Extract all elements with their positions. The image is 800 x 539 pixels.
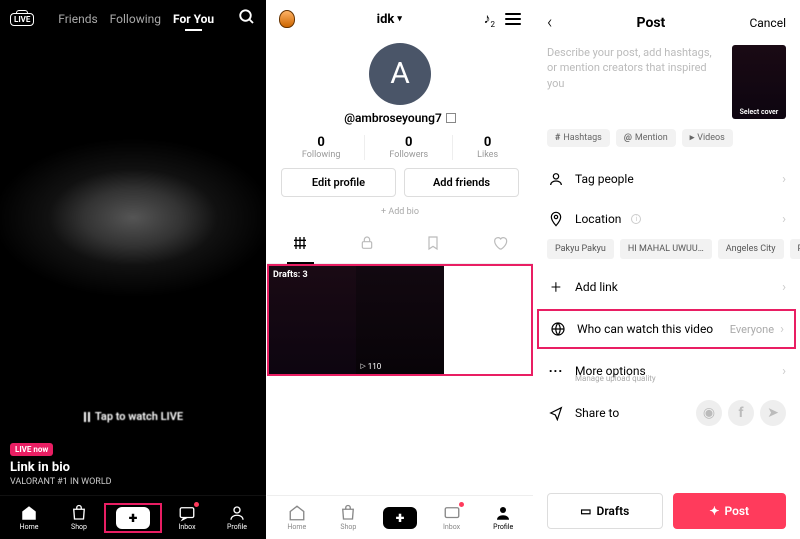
qr-icon[interactable] (446, 113, 456, 123)
empty-cell (444, 266, 531, 374)
nav-create[interactable]: + (104, 503, 162, 533)
account-switcher[interactable]: idk▾ (377, 12, 402, 27)
notification-dot (194, 502, 199, 507)
location-chip[interactable]: Pa (790, 239, 800, 259)
event-icon[interactable] (279, 10, 295, 28)
menu-icon[interactable] (505, 13, 521, 25)
privacy-row[interactable]: Who can watch this video Everyone› (537, 309, 796, 349)
location-chip[interactable]: Pakyu Pakyu (547, 239, 614, 259)
cancel-button[interactable]: Cancel (749, 16, 786, 30)
live-icon[interactable]: LIVE (10, 13, 34, 26)
sparkle-icon: ✦ (709, 504, 719, 518)
tab-liked[interactable] (467, 227, 534, 263)
footprint-icon[interactable]: ♪2 (484, 10, 496, 29)
back-button[interactable]: ‹ (547, 12, 552, 33)
more-options-subtitle: Manage upload quality (575, 374, 800, 383)
drafts-thumbnail[interactable]: Drafts: 3 (269, 266, 356, 374)
avatar[interactable]: A (369, 43, 431, 105)
pause-icon (83, 412, 91, 422)
tab-private[interactable] (334, 227, 401, 263)
plus-icon: + (383, 507, 417, 529)
location-row[interactable]: Location i › (533, 199, 800, 239)
live-now-badge: LIVE now (10, 443, 53, 456)
post-button[interactable]: ✦Post (673, 493, 787, 529)
facebook-icon[interactable]: f (728, 400, 754, 426)
info-icon: i (631, 214, 641, 224)
person-icon (547, 170, 565, 188)
nav-home[interactable]: Home (271, 504, 323, 531)
plus-icon: + (547, 278, 565, 296)
location-chip[interactable]: HI MAHAL UWUU… (620, 239, 712, 259)
add-friends-button[interactable]: Add friends (404, 168, 519, 197)
video-preview[interactable]: Tap to watch LIVE (0, 38, 266, 437)
chevron-down-icon: ▾ (397, 14, 402, 24)
notification-dot (459, 502, 464, 507)
tab-following[interactable]: Following (110, 12, 161, 26)
messenger-icon[interactable]: ◉ (696, 400, 722, 426)
nav-shop[interactable]: Shop (323, 504, 375, 531)
tab-grid[interactable] (267, 227, 334, 263)
nav-shop[interactable]: Shop (54, 504, 104, 531)
nav-create[interactable]: + (374, 507, 426, 529)
nav-profile[interactable]: Profile (212, 504, 262, 531)
share-to-row: Share to ◉ f ➤ (533, 389, 800, 437)
location-chip[interactable]: Angeles City (718, 239, 784, 259)
nav-home[interactable]: Home (4, 504, 54, 531)
tab-saved[interactable] (400, 227, 467, 263)
page-title: Post (637, 15, 666, 31)
description-input[interactable]: Describe your post, add hashtags, or men… (547, 45, 724, 119)
hashtags-button[interactable]: #Hashtags (547, 129, 610, 147)
username: @ambroseyoung7 (267, 111, 533, 125)
video-thumbnail[interactable]: ▷110 (356, 266, 443, 374)
stat-followers[interactable]: 0Followers (389, 135, 453, 160)
nav-profile[interactable]: Profile (477, 504, 529, 531)
tap-to-watch[interactable]: Tap to watch LIVE (0, 410, 266, 423)
chevron-right-icon: › (782, 212, 786, 227)
tab-foryou[interactable]: For You (173, 12, 214, 26)
select-cover-button[interactable]: Select cover (732, 45, 786, 119)
plus-icon: + (116, 507, 150, 529)
chevron-right-icon: › (782, 172, 786, 187)
drafts-section[interactable]: Drafts: 3 ▷110 (267, 264, 533, 376)
video-title: Link in bio (0, 460, 266, 477)
play-icon: ▷ (360, 362, 365, 370)
chevron-right-icon: › (782, 280, 786, 295)
share-icon (547, 404, 565, 422)
globe-icon (549, 320, 567, 338)
nav-inbox[interactable]: Inbox (162, 504, 212, 531)
tag-people-row[interactable]: Tag people › (533, 159, 800, 199)
add-link-row[interactable]: +Add link › (533, 267, 800, 307)
search-icon[interactable] (238, 8, 256, 30)
location-icon (547, 210, 565, 228)
drafts-button[interactable]: ▭Drafts (547, 493, 663, 529)
edit-profile-button[interactable]: Edit profile (281, 168, 396, 197)
telegram-icon[interactable]: ➤ (760, 400, 786, 426)
nav-inbox[interactable]: Inbox (426, 504, 478, 531)
stat-following[interactable]: 0Following (302, 135, 366, 160)
tab-friends[interactable]: Friends (58, 12, 97, 26)
add-bio-button[interactable]: + Add bio (267, 197, 533, 227)
video-subtitle: VALORANT #1 IN WORLD (0, 477, 266, 495)
stat-likes[interactable]: 0Likes (477, 135, 498, 160)
drafts-icon: ▭ (580, 504, 591, 518)
more-icon: ··· (547, 362, 565, 380)
chevron-right-icon: › (780, 322, 784, 337)
mention-button[interactable]: @Mention (616, 129, 676, 147)
videos-button[interactable]: ▸Videos (682, 129, 733, 147)
